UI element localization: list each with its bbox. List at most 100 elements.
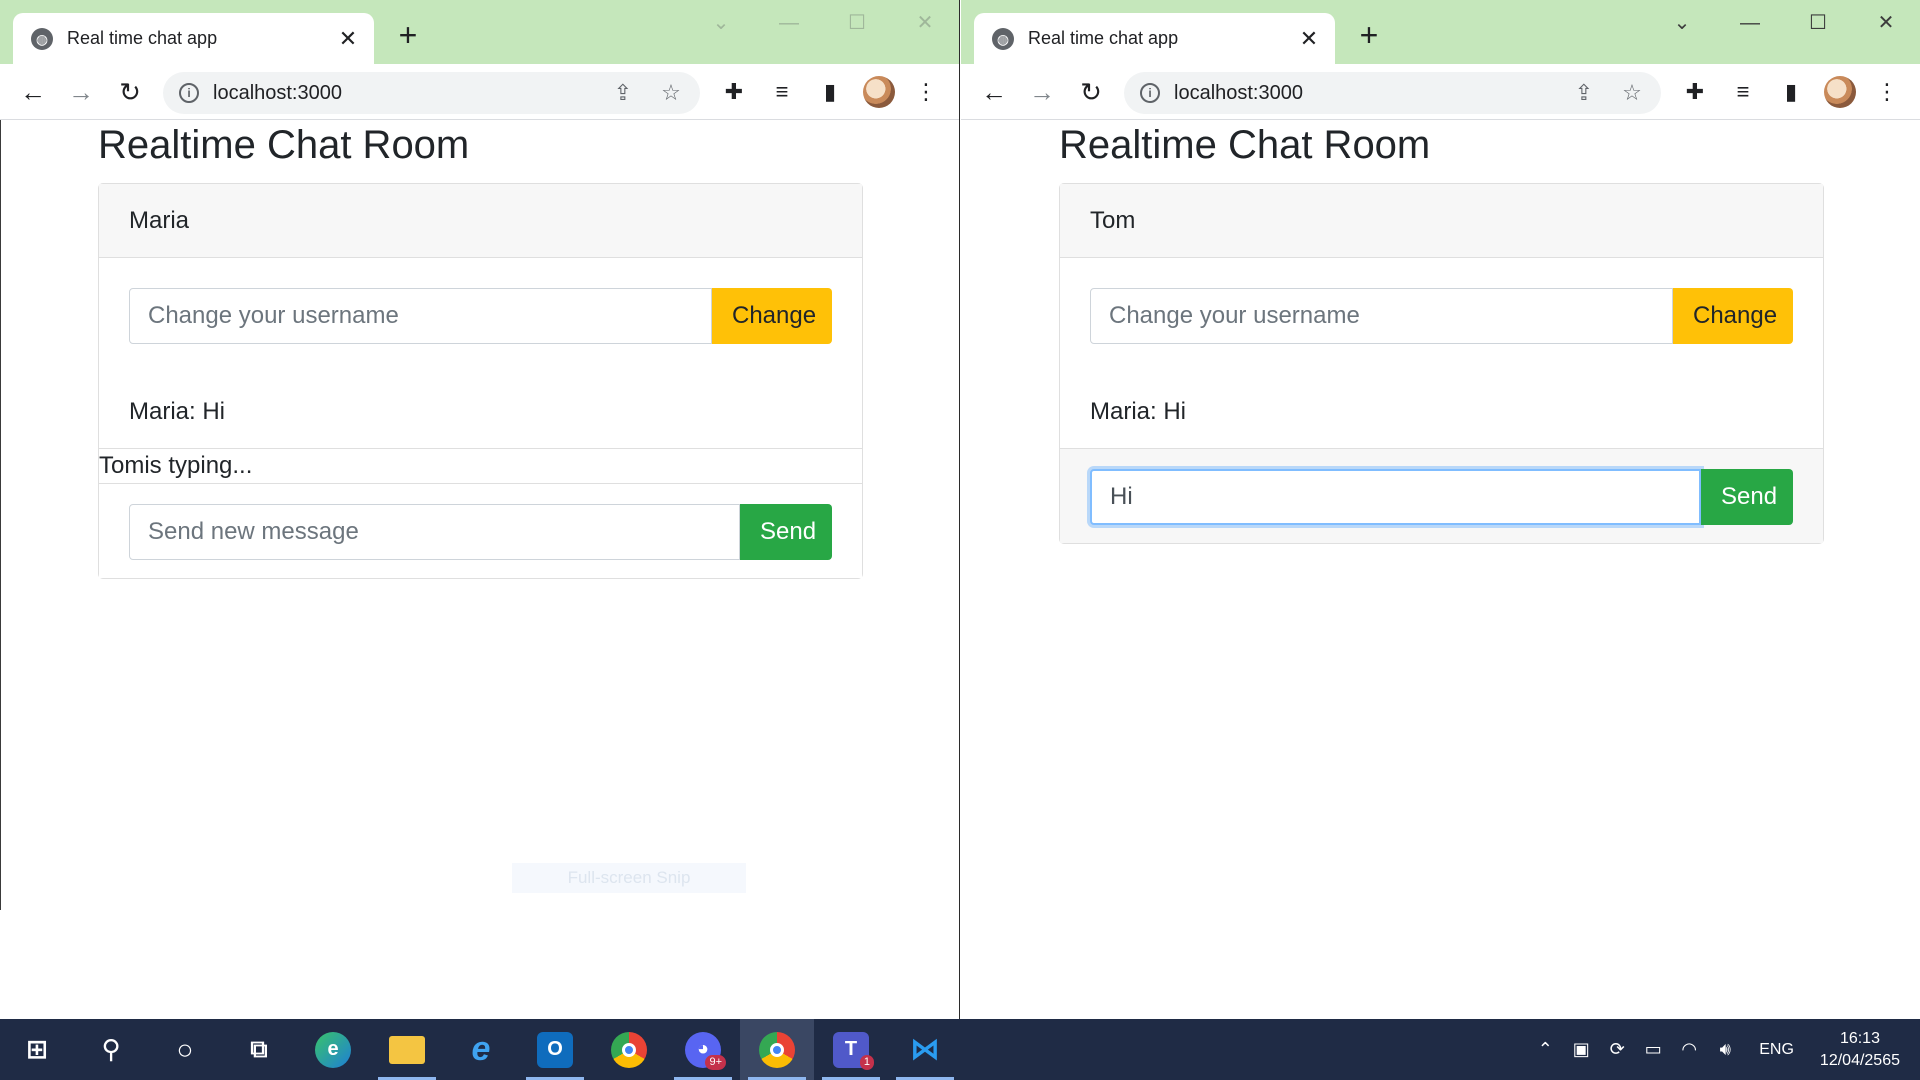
message-input[interactable] [1090,469,1701,525]
share-icon[interactable]: ⇪ [1569,80,1599,106]
page-title: Realtime Chat Room [1059,123,1431,167]
search-button[interactable]: ⚲ [74,1019,148,1080]
browser-tab[interactable]: ◍ Real time chat app ✕ [974,13,1335,64]
chat-card: Tom Change Maria: Hi Send [1059,183,1824,544]
language-indicator[interactable]: ENG [1743,1041,1810,1059]
globe-icon: ◍ [31,27,53,50]
new-tab-icon[interactable]: + [1353,19,1385,52]
internet-explorer-app[interactable]: e [444,1019,518,1080]
browser-tab[interactable]: ◍ Real time chat app ✕ [13,13,374,64]
side-panel-icon[interactable]: ▮ [1775,76,1807,108]
minimize-icon[interactable]: — [1716,0,1784,46]
star-icon[interactable]: ☆ [656,80,686,106]
clock[interactable]: 16:13 12/04/2565 [1810,1028,1920,1072]
battery-icon[interactable]: ▭ [1635,1039,1671,1060]
kebab-menu-icon[interactable]: ⋮ [910,76,942,108]
share-icon[interactable]: ⇪ [608,80,638,106]
chat-footer: Send [99,484,862,578]
close-window-icon[interactable]: ✕ [1852,0,1920,46]
tab-title: Real time chat app [1028,28,1179,48]
username-form: Change [129,288,832,344]
folder-icon [389,1035,425,1064]
browser-toolbar: ← → ↻ i localhost:3000 ⇪ ☆ ✚ ≡ ▮ ⋮ [0,64,959,120]
message-form: Send [1090,469,1793,525]
url-text[interactable]: localhost:3000 [213,82,590,105]
url-text[interactable]: localhost:3000 [1174,82,1551,105]
meet-now-icon[interactable]: ▣ [1563,1039,1599,1060]
desktop: ◍ Real time chat app ✕ + ⌄ — ☐ ✕ ← → ↻ i… [0,0,1920,1080]
info-icon[interactable]: i [179,83,199,103]
title-bar: ◍ Real time chat app ✕ + ⌄ — ☐ ✕ [961,0,1920,64]
arrow-left-icon[interactable]: ← [17,76,49,108]
close-window-icon[interactable]: ✕ [891,0,959,46]
username-form: Change [1090,288,1793,344]
arrow-right-icon[interactable]: → [65,76,97,108]
browser-window-left: ◍ Real time chat app ✕ + ⌄ — ☐ ✕ ← → ↻ i… [0,0,960,1019]
start-button[interactable]: ⊞ [0,1019,74,1080]
star-icon[interactable]: ☆ [1617,80,1647,106]
tab-search-icon[interactable]: ⌄ [687,0,755,46]
puzzle-icon[interactable]: ✚ [1679,76,1711,108]
send-button[interactable]: Send [740,504,832,560]
username-input[interactable] [1090,288,1673,344]
outlook-icon: O [537,1031,573,1068]
chat-body: Change Maria: Hi [99,258,862,448]
task-view-button[interactable]: ⧉ [222,1019,296,1080]
address-bar[interactable]: i localhost:3000 ⇪ ☆ [163,72,700,114]
chrome-icon [611,1031,647,1068]
send-button[interactable]: Send [1701,469,1793,525]
change-button[interactable]: Change [712,288,832,344]
username-input[interactable] [129,288,712,344]
task-view-icon: ⧉ [250,1035,268,1063]
edge-icon: e [315,1031,351,1068]
change-button[interactable]: Change [1673,288,1793,344]
taskbar: ⊞ ⚲ ○ ⧉ e e O ◕ 9+ T 1 ⋈ ⌃ ▣ ⟳ ▭ ◠ 🔊︎ EN… [0,1019,1920,1080]
tab-search-icon[interactable]: ⌄ [1648,0,1716,46]
profile-avatar[interactable] [863,76,895,108]
address-bar[interactable]: i localhost:3000 ⇪ ☆ [1124,72,1661,114]
side-panel-icon[interactable]: ▮ [814,76,846,108]
file-explorer-app[interactable] [370,1019,444,1080]
arrow-right-icon[interactable]: → [1026,76,1058,108]
maximize-icon[interactable]: ☐ [823,0,891,46]
message-input[interactable] [129,504,740,560]
snip-hint: Full-screen Snip [512,863,746,893]
new-tab-icon[interactable]: + [392,19,424,52]
kebab-menu-icon[interactable]: ⋮ [1871,76,1903,108]
message-item: Maria: Hi [129,398,226,425]
page-content: Realtime Chat Room Tom Change Maria: Hi … [961,121,1920,1019]
typing-indicator: Tomis typing... [99,448,862,484]
message-item: Maria: Hi [1090,398,1187,425]
info-icon[interactable]: i [1140,83,1160,103]
chrome-profile-app[interactable] [740,1019,814,1080]
reload-icon[interactable]: ↻ [1075,76,1107,108]
reload-icon[interactable]: ↻ [114,76,146,108]
profile-avatar[interactable] [1824,76,1856,108]
puzzle-icon[interactable]: ✚ [718,76,750,108]
chrome-app[interactable] [592,1019,666,1080]
current-username: Tom [1060,184,1823,258]
media-list-icon[interactable]: ≡ [1727,76,1759,108]
chevron-up-icon[interactable]: ⌃ [1527,1039,1563,1060]
minimize-icon[interactable]: — [755,0,823,46]
message-list: Maria: Hi [129,344,832,448]
arrow-left-icon[interactable]: ← [978,76,1010,108]
internet-explorer-icon: e [471,1030,491,1068]
media-list-icon[interactable]: ≡ [766,76,798,108]
search-icon: ⚲ [101,1034,121,1064]
close-tab-icon[interactable]: ✕ [1297,26,1321,52]
message-list: Maria: Hi [1090,344,1793,448]
vscode-app[interactable]: ⋈ [888,1019,962,1080]
volume-icon[interactable]: 🔊︎ [1707,1039,1743,1060]
globe-icon: ◍ [992,27,1014,50]
discord-app[interactable]: ◕ 9+ [666,1019,740,1080]
onedrive-icon[interactable]: ⟳ [1599,1039,1635,1060]
wifi-icon[interactable]: ◠ [1671,1039,1707,1060]
close-tab-icon[interactable]: ✕ [336,26,360,52]
outlook-app[interactable]: O [518,1019,592,1080]
edge-app[interactable]: e [296,1019,370,1080]
cortana-button[interactable]: ○ [148,1019,222,1080]
browser-toolbar: ← → ↻ i localhost:3000 ⇪ ☆ ✚ ≡ ▮ ⋮ [961,64,1920,120]
teams-app[interactable]: T 1 [814,1019,888,1080]
maximize-icon[interactable]: ☐ [1784,0,1852,46]
